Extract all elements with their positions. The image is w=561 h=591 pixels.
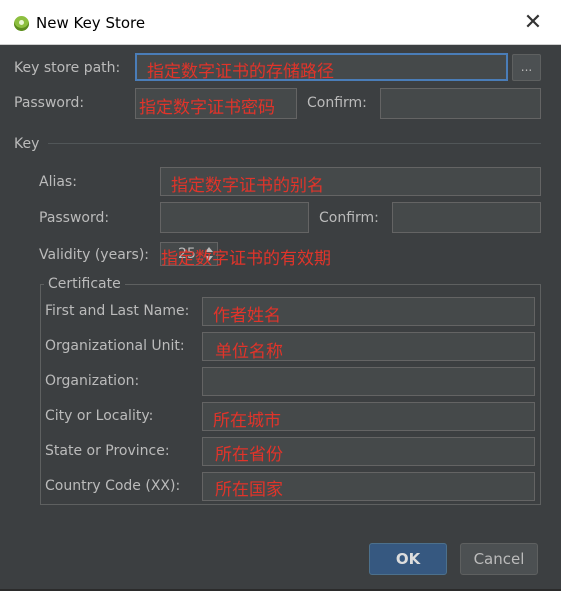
ok-button[interactable]: OK [369, 543, 447, 575]
key-password-label: Password: [39, 210, 110, 226]
cert-label-country: Country Code (XX): [45, 478, 181, 494]
keystore-password-input[interactable]: 指定数字证书密码 [135, 88, 297, 119]
cert-label-city: City or Locality: [45, 408, 154, 424]
browse-button[interactable]: ... [512, 54, 541, 81]
country-code-value: 所在国家 [215, 480, 283, 500]
first-last-name-input[interactable]: 作者姓名 [202, 297, 535, 326]
key-store-path-value: 指定数字证书的存储路径 [147, 62, 334, 82]
android-studio-icon [14, 16, 29, 31]
first-last-name-value: 作者姓名 [213, 306, 281, 326]
window-title: New Key Store [36, 14, 146, 32]
cancel-button[interactable]: Cancel [460, 543, 538, 575]
validity-note: 指定数字证书的有效期 [161, 249, 331, 269]
city-value: 所在城市 [213, 411, 281, 431]
key-password-input[interactable] [160, 202, 309, 233]
organizational-unit-value: 单位名称 [215, 342, 283, 362]
close-icon[interactable]: ✕ [522, 12, 544, 34]
alias-value: 指定数字证书的别名 [171, 176, 324, 196]
key-confirm-input[interactable] [392, 202, 541, 233]
organization-input[interactable] [202, 367, 535, 396]
validity-label: Validity (years): [39, 247, 150, 263]
state-input[interactable]: 所在省份 [202, 437, 535, 466]
city-input[interactable]: 所在城市 [202, 402, 535, 431]
key-confirm-label: Confirm: [319, 210, 379, 226]
key-section-label: Key [14, 136, 40, 152]
alias-label: Alias: [39, 174, 77, 190]
cert-label-org-unit: Organizational Unit: [45, 338, 185, 354]
key-store-path-label: Key store path: [14, 60, 121, 76]
state-value: 所在省份 [215, 445, 283, 465]
certificate-legend: Certificate [44, 276, 125, 292]
keystore-confirm-label: Confirm: [307, 95, 367, 111]
key-section-separator [48, 143, 541, 144]
key-store-path-input[interactable]: 指定数字证书的存储路径 [135, 53, 508, 82]
country-code-input[interactable]: 所在国家 [202, 472, 535, 501]
cert-label-name: First and Last Name: [45, 303, 190, 319]
keystore-confirm-input[interactable] [380, 88, 541, 119]
organizational-unit-input[interactable]: 单位名称 [202, 332, 535, 362]
keystore-password-label: Password: [14, 95, 85, 111]
title-bar: New Key Store ✕ [0, 0, 561, 45]
cert-label-state: State or Province: [45, 443, 170, 459]
alias-input[interactable]: 指定数字证书的别名 [160, 167, 541, 196]
keystore-password-value: 指定数字证书密码 [139, 98, 275, 118]
cert-label-organization: Organization: [45, 373, 140, 389]
